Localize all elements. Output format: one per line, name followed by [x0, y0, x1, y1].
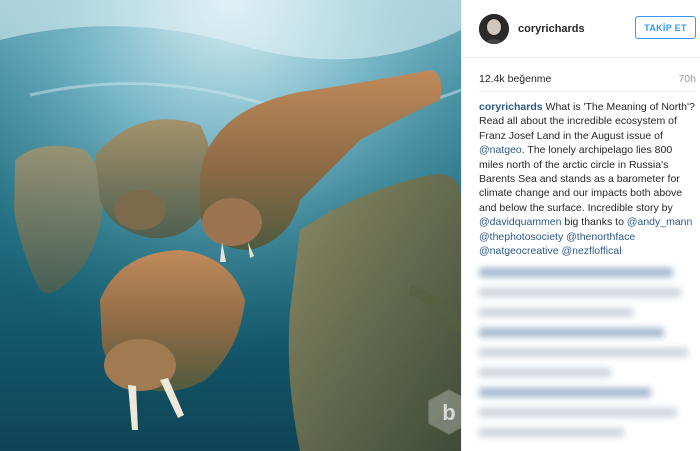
- caption-mention-link[interactable]: @thenorthface: [566, 231, 635, 243]
- post-viewer: coryrichards TAKİP ET 12.4k beğenme 70h …: [0, 0, 700, 451]
- caption-username[interactable]: coryrichards: [479, 101, 543, 113]
- post-time[interactable]: 70h: [678, 73, 696, 87]
- caption-mention-link[interactable]: @andy_mann: [627, 216, 693, 228]
- post-photo[interactable]: [0, 0, 461, 451]
- b-logo-icon: b: [428, 388, 470, 436]
- caption-mention-link[interactable]: @davidquammen: [479, 216, 561, 228]
- post-header: coryrichards TAKİP ET: [462, 0, 700, 58]
- post-caption: coryrichards What is 'The Meaning of Nor…: [479, 100, 697, 258]
- caption-mention-link[interactable]: @thephotosociety: [479, 231, 563, 243]
- caption-mention-link[interactable]: @natgeocreative: [479, 245, 559, 257]
- caption-mention-link[interactable]: @nezfloffical: [561, 245, 621, 257]
- svg-text:b: b: [442, 400, 455, 425]
- avatar[interactable]: [479, 13, 509, 44]
- post-details-panel: coryrichards TAKİP ET 12.4k beğenme 70h …: [461, 0, 700, 451]
- divider: [479, 91, 696, 92]
- caption-text: big thanks to: [561, 216, 627, 229]
- follow-button[interactable]: TAKİP ET: [635, 16, 696, 39]
- blurred-comments: [479, 268, 699, 451]
- header-username[interactable]: coryrichards: [518, 23, 585, 35]
- caption-mention-link[interactable]: @natgeo: [479, 144, 522, 156]
- likes-count[interactable]: 12.4k beğenme: [479, 73, 551, 87]
- likes-row: 12.4k beğenme 70h: [479, 73, 696, 87]
- walrus-photo-icon: [0, 0, 461, 451]
